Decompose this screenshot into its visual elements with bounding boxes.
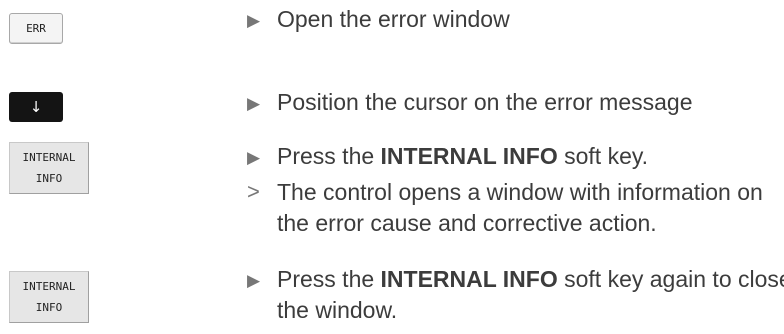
soft-key-label-line2: INFO bbox=[35, 301, 63, 314]
step-text: Press the INTERNAL INFO soft key again t… bbox=[277, 266, 784, 292]
err-key-label: ERR bbox=[26, 22, 46, 35]
soft-key-label-line1: INTERNAL bbox=[22, 151, 76, 164]
step-text: Open the error window bbox=[277, 6, 510, 32]
internal-info-soft-key-close[interactable]: INTERNAL INFO bbox=[9, 271, 89, 323]
result-marker-icon: > bbox=[247, 179, 260, 204]
step-text: Press the INTERNAL INFO soft key. bbox=[277, 143, 649, 169]
action-arrow-icon: ▶ bbox=[247, 11, 261, 30]
soft-key-name: INTERNAL INFO bbox=[380, 143, 558, 169]
arrow-down-key[interactable]: ↓ bbox=[9, 92, 63, 122]
soft-key-name: INTERNAL INFO bbox=[380, 266, 558, 292]
arrow-down-icon: ↓ bbox=[29, 97, 43, 116]
internal-info-soft-key[interactable]: INTERNAL INFO bbox=[9, 142, 89, 194]
action-arrow-icon: ▶ bbox=[247, 148, 261, 167]
step-press-again-line2: the window. bbox=[277, 297, 398, 323]
action-arrow-icon: ▶ bbox=[247, 271, 261, 290]
step-text: Position the cursor on the error message bbox=[277, 89, 693, 115]
result-text-line1: The control opens a window with informat… bbox=[277, 179, 763, 205]
result-text-line2: the error cause and corrective action. bbox=[277, 210, 657, 236]
action-arrow-icon: ▶ bbox=[247, 94, 261, 113]
soft-key-label-line2: INFO bbox=[35, 172, 63, 185]
err-key[interactable]: ERR bbox=[9, 13, 63, 44]
soft-key-label-line1: INTERNAL bbox=[22, 280, 76, 293]
